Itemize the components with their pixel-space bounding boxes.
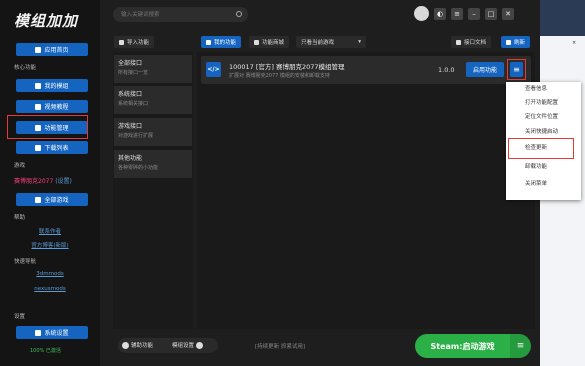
- menu-item-open-config[interactable]: 打开功能配置: [506, 97, 581, 109]
- contact-author-link[interactable]: 联系作者: [0, 227, 100, 235]
- docs-icon: [456, 39, 461, 45]
- background-window-text: ×: [572, 40, 577, 46]
- background-window-header: [540, 0, 585, 36]
- system-settings-label: 系统设置: [44, 330, 69, 337]
- category-game[interactable]: 游戏接口 对游戏进行扩展: [114, 118, 192, 146]
- highlight-box-menu-button: [507, 59, 526, 80]
- category-title: 游戏接口: [118, 123, 143, 130]
- settings-gear-icon: [196, 341, 204, 349]
- home-icon: [35, 46, 42, 53]
- highlight-box-check-update: [508, 138, 574, 159]
- menu-item-close-quick-launch[interactable]: 关闭快捷启动: [506, 126, 581, 138]
- feature-version: 1.0.0: [438, 66, 455, 74]
- video-icon: [35, 103, 42, 110]
- my-mods-label: 我的模组: [44, 83, 69, 90]
- feature-desc: 扩展对 赛博朋克2077 模组的安装和卸载支持: [229, 73, 330, 79]
- download-list-label: 下载列表: [44, 145, 69, 152]
- mod-settings-label: 模组设置: [172, 343, 195, 349]
- menu-item-close-menu[interactable]: 关闭菜单: [506, 178, 581, 190]
- filter-select-value: 只看当前游戏: [301, 40, 335, 46]
- menu-item-locate-file[interactable]: 定位文件位置: [506, 111, 581, 123]
- grid-icon: [35, 82, 42, 89]
- games-icon: [35, 196, 42, 203]
- aux-icon: [122, 341, 129, 349]
- category-title: 系统接口: [118, 91, 143, 98]
- mod-settings-button[interactable]: 模组设置: [172, 341, 204, 349]
- game-name: 赛博朋克2077: [14, 178, 54, 185]
- official-blog-link[interactable]: 官方博客(新版): [0, 241, 100, 249]
- refresh-button[interactable]: 刷新: [501, 36, 531, 48]
- refresh-label: 刷新: [514, 40, 526, 46]
- avatar[interactable]: [414, 6, 429, 21]
- enable-feature-button[interactable]: 启用功能: [466, 62, 504, 77]
- import-button[interactable]: 导入功能: [114, 36, 155, 48]
- category-desc: 系统相关接口: [118, 101, 149, 107]
- app-logo: 模组加加: [14, 12, 79, 30]
- core-section-label: 核心功能: [14, 65, 37, 71]
- category-title: 全部接口: [118, 60, 143, 67]
- settings-section-label: 设置: [14, 314, 26, 320]
- feature-title: 100017 [官方] 赛博朋克2077模组管理: [229, 63, 345, 71]
- category-desc: 各种零碎的小功能: [118, 165, 159, 171]
- current-game[interactable]: 赛博朋克2077 (设置): [14, 176, 72, 185]
- refresh-icon: [506, 39, 511, 45]
- game-settings-link[interactable]: (设置): [55, 178, 72, 185]
- video-tutorial-button[interactable]: 视频教程: [16, 100, 88, 113]
- all-games-button[interactable]: 全部游戏: [16, 193, 88, 206]
- all-games-label: 全部游戏: [44, 197, 69, 204]
- aux-feature-button[interactable]: 辅助功能: [122, 341, 153, 349]
- maximize-icon[interactable]: □: [485, 8, 497, 20]
- bottom-hint: [持续更新 抓紧试用]: [255, 344, 306, 350]
- category-desc: 所有接口一览: [118, 70, 149, 76]
- docs-button[interactable]: 接口文档: [451, 36, 492, 48]
- my-mods-button[interactable]: 我的模组: [16, 79, 88, 92]
- highlight-box-feature-manage: [7, 115, 88, 139]
- filter-select[interactable]: 只看当前游戏 ▾: [296, 36, 366, 48]
- minimize-icon[interactable]: –: [468, 8, 480, 20]
- my-features-label: 我的功能: [214, 40, 237, 46]
- feature-list-panel: [197, 52, 535, 329]
- code-icon: </>: [206, 62, 221, 77]
- category-title: 其他功能: [118, 155, 143, 162]
- tab-feature-store[interactable]: 功能商城: [249, 36, 290, 48]
- menu-item-view-info[interactable]: 查看信息: [506, 83, 581, 95]
- category-all[interactable]: 全部接口 所有接口一览: [114, 55, 192, 83]
- home-button[interactable]: 应用首页: [16, 43, 88, 56]
- steam-menu-button[interactable]: ≡: [510, 334, 531, 358]
- search-input[interactable]: [113, 7, 248, 22]
- chevron-down-icon: ▾: [358, 39, 361, 45]
- system-settings-button[interactable]: 系统设置: [16, 326, 88, 339]
- category-other[interactable]: 其他功能 各种零碎的小功能: [114, 150, 192, 178]
- category-system[interactable]: 系统接口 系统相关接口: [114, 86, 192, 114]
- settings-icon: [35, 329, 42, 336]
- tab-my-features[interactable]: 我的功能: [201, 36, 242, 48]
- video-tutorial-label: 视频教程: [44, 104, 69, 111]
- steam-launch-button[interactable]: Steam:启动游戏: [415, 334, 510, 358]
- feature-store-label: 功能商城: [262, 40, 285, 46]
- docs-label: 接口文档: [464, 40, 487, 46]
- nexusmods-link[interactable]: nexusmods: [0, 286, 100, 292]
- help-section-label: 帮助: [14, 215, 26, 221]
- activation-status: 100% 已激活: [30, 348, 61, 354]
- import-label: 导入功能: [127, 40, 150, 46]
- home-label: 应用首页: [44, 47, 69, 54]
- download-icon: [35, 144, 42, 151]
- 3dmmods-link[interactable]: 3dmmods: [0, 271, 100, 277]
- close-icon[interactable]: ✕: [502, 8, 514, 20]
- store-icon: [254, 39, 259, 45]
- theme-icon[interactable]: ◐: [434, 8, 446, 20]
- fast-nav-section-label: 快速导航: [14, 259, 37, 265]
- aux-label: 辅助功能: [131, 343, 154, 349]
- import-icon: [119, 39, 124, 45]
- list-icon: [206, 39, 211, 45]
- game-section-label: 游戏: [14, 163, 26, 169]
- menu-icon[interactable]: ≡: [451, 8, 463, 20]
- download-list-button[interactable]: 下载列表: [16, 141, 88, 154]
- category-desc: 对游戏进行扩展: [118, 133, 154, 139]
- search-icon[interactable]: [236, 11, 242, 17]
- menu-item-uninstall[interactable]: 卸载功能: [506, 161, 581, 173]
